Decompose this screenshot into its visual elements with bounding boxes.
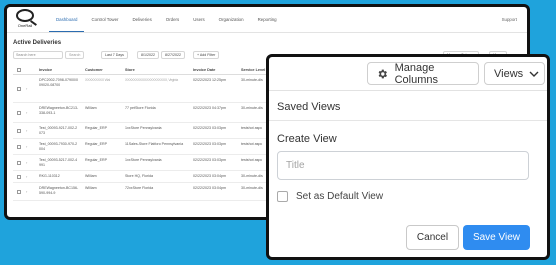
nav-item-dashboard[interactable]: Dashboard [49, 7, 85, 32]
cell-store: XXXXXXXXXXXXXXXXXXXX, Virginia [125, 78, 178, 82]
nav-item-users[interactable]: Users [186, 7, 211, 32]
logo-mark-icon [16, 8, 34, 22]
deliveries-table: Invoice Customer Store Invoice Date Serv… [13, 65, 283, 201]
cell-invoice-date: 02/22/2023 03:03pm [193, 142, 226, 146]
date-to-input[interactable]: 8/27/2022 [161, 51, 185, 59]
cancel-button[interactable]: Cancel [406, 225, 459, 250]
manage-columns-button[interactable]: Manage Columns [367, 61, 479, 86]
cell-invoice: DPC2002-7098-07900/009020-08700 [39, 78, 78, 87]
default-view-checkbox[interactable] [277, 191, 288, 202]
views-dialog: Manage Columns Views Saved Views Create … [266, 54, 550, 260]
cell-store: 72xxStore Florida [125, 186, 154, 190]
section-divider [269, 120, 547, 121]
table-row[interactable]: › Test_00093-5217-002-4991 Regular_ERP 1xxS… [13, 155, 283, 171]
column-header-invoice-date[interactable]: Invoice Date [193, 68, 215, 72]
row-checkbox[interactable] [17, 111, 21, 115]
cell-invoice: DREWagneeton-BC213-338-093-1 [39, 106, 79, 115]
page-title: Active Deliveries [13, 40, 62, 46]
create-view-heading: Create View [277, 133, 337, 145]
default-view-option[interactable]: Set as Default View [277, 191, 383, 202]
column-header-store[interactable]: Store [125, 68, 135, 72]
views-label: Views [494, 67, 524, 80]
row-checkbox[interactable] [17, 190, 21, 194]
cell-store: Store HQ, Florida [125, 174, 153, 178]
cell-invoice-date: 02/22/2023 03:04pm [193, 174, 226, 178]
cell-invoice: DREWagneeton-BC156-590-994-9 [39, 186, 79, 195]
cell-store: 1xxStore Pennsylvania [125, 126, 162, 130]
cell-invoice-date: 02/22/2023 03:03pm [193, 126, 226, 130]
cell-customer: XXXXXXXXX Wal [85, 78, 110, 82]
add-filter-button[interactable]: + Add Filter [193, 51, 220, 59]
cell-customer: Regular_ERP [85, 142, 107, 146]
nav-item-reporting[interactable]: Reporting [251, 7, 284, 32]
cell-invoice: Test_00093-9217-002-2073 [39, 126, 78, 135]
cell-invoice-date: 02/22/2023 03:03pm [193, 158, 226, 162]
expand-row-icon[interactable]: › [26, 189, 27, 194]
select-all-checkbox[interactable] [17, 68, 21, 72]
cell-store: 77 petStore Florida [125, 106, 156, 110]
table-header: Invoice Customer Store Invoice Date Serv… [13, 65, 283, 75]
main-nav: Dashboard Control Tower Deliveries Order… [49, 7, 284, 32]
expand-row-icon[interactable]: › [26, 110, 27, 115]
logo[interactable]: OneRail [13, 8, 37, 31]
saved-views-heading: Saved Views [277, 101, 341, 113]
cell-invoice: Test_00093-7930-970-2004 [39, 142, 78, 151]
cell-invoice-date: 02/22/2023 04:37pm [193, 106, 226, 110]
nav-item-control-tower[interactable]: Control Tower [84, 7, 125, 32]
support-link[interactable]: Support [502, 17, 517, 22]
table-row[interactable]: › RKG-110312 William Store HQ, Florida 02/22… [13, 171, 283, 183]
date-from-input[interactable]: 8/1/2022 [137, 51, 159, 59]
column-header-customer[interactable]: Customer [85, 68, 103, 72]
column-header-service-level[interactable]: Service Level [241, 68, 265, 72]
expand-row-icon[interactable]: › [26, 144, 27, 149]
view-title-input[interactable] [277, 151, 529, 180]
cell-invoice-date: 02/22/2023 12:25pm [193, 78, 226, 82]
column-header-invoice[interactable]: Invoice [39, 68, 52, 72]
gear-icon [378, 69, 387, 78]
row-checkbox[interactable] [17, 145, 21, 149]
row-checkbox[interactable] [17, 161, 21, 165]
nav-item-orders[interactable]: Orders [159, 7, 186, 32]
cell-invoice-date: 02/22/2023 03:04pm [193, 186, 226, 190]
cell-customer: Regular_ERP [85, 126, 107, 130]
nav-item-organization[interactable]: Organization [212, 7, 251, 32]
row-checkbox[interactable] [17, 129, 21, 133]
nav-item-deliveries[interactable]: Deliveries [126, 7, 159, 32]
cell-customer: William [85, 174, 97, 178]
logo-text: OneRail [17, 22, 33, 28]
search-input[interactable]: Search here [13, 51, 63, 59]
chevron-down-icon [529, 71, 539, 77]
expand-row-icon[interactable]: › [26, 128, 27, 133]
row-checkbox[interactable] [17, 175, 21, 179]
table-row[interactable]: › Test_00093-9217-002-2073 Regular_ERP 1xxS… [13, 123, 283, 139]
date-range-select[interactable]: Last 7 Days [101, 51, 128, 59]
table-row[interactable]: › DPC2002-7098-07900/009020-08700 XXXXXXXX… [13, 75, 283, 103]
table-row[interactable]: › Test_00093-7930-970-2004 Regular_ERP 11Sa… [13, 139, 283, 155]
cell-customer: William [85, 186, 97, 190]
expand-row-icon[interactable]: › [26, 174, 27, 179]
top-navigation-bar: OneRail Dashboard Control Tower Deliveri… [7, 7, 527, 33]
row-checkbox[interactable] [17, 87, 21, 91]
manage-columns-label: Manage Columns [394, 61, 439, 86]
cell-invoice: Test_00093-5217-002-4991 [39, 158, 78, 167]
cell-customer: William [85, 106, 97, 110]
table-row[interactable]: › DREWagneeton-BC213-338-093-1 William 77 p… [13, 103, 283, 123]
views-dropdown-button[interactable]: Views [484, 62, 545, 85]
expand-row-icon[interactable]: › [26, 86, 27, 91]
cell-store: 1xxStore Pennsylvania [125, 158, 162, 162]
save-view-button[interactable]: Save View [463, 225, 530, 250]
default-view-label: Set as Default View [296, 191, 384, 202]
search-button[interactable]: Search [65, 51, 85, 59]
dialog-header: Manage Columns Views [269, 57, 547, 91]
cell-store: 11Sales-Store Flatforo Pennsylvania [125, 142, 184, 146]
cell-invoice: RKG-110312 [39, 174, 60, 178]
cell-customer: Regular_ERP [85, 158, 107, 162]
table-row[interactable]: › DREWagneeton-BC156-590-994-9 William 72xx… [13, 183, 283, 201]
expand-row-icon[interactable]: › [26, 160, 27, 165]
